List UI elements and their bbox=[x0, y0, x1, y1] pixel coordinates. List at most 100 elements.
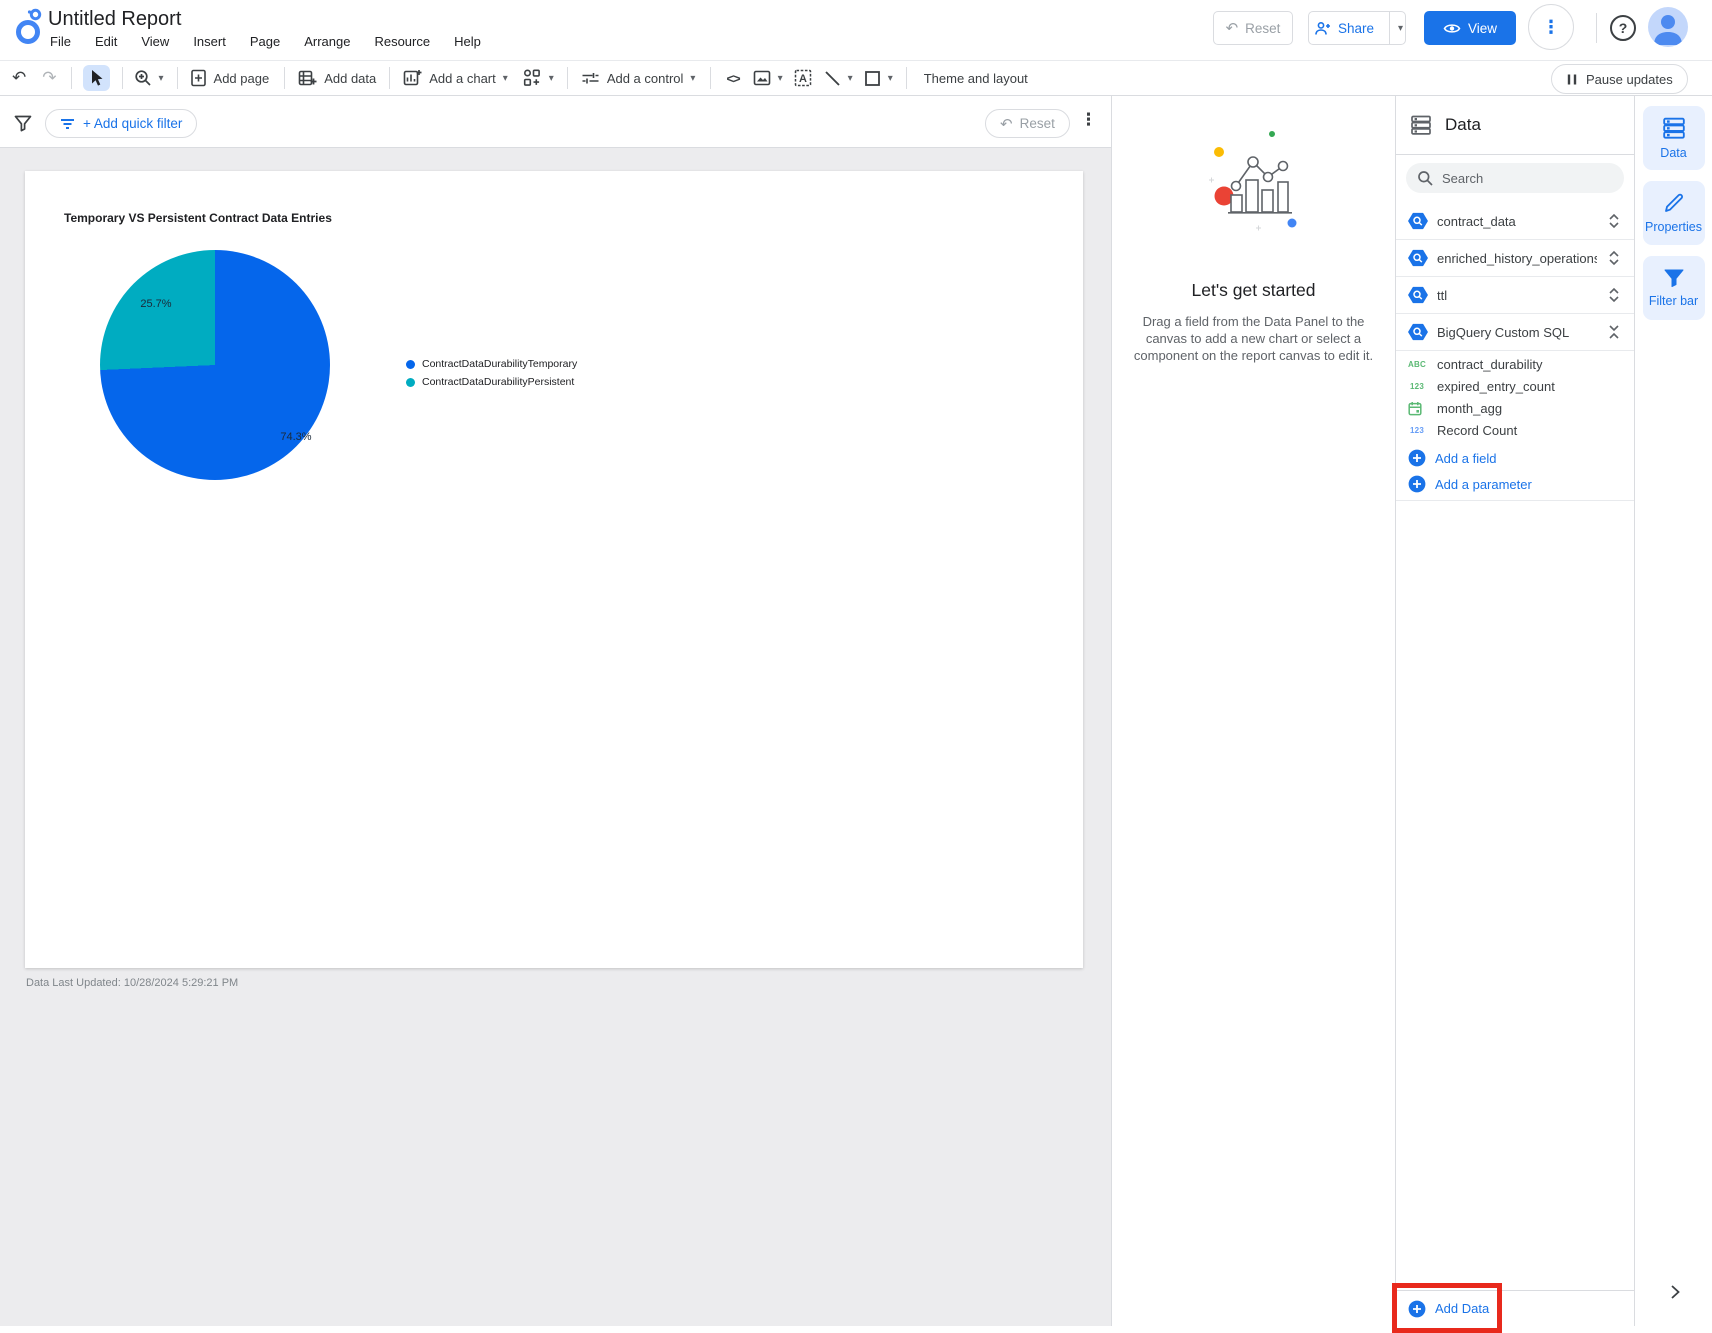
add-control-button[interactable]: Add a control ▾ bbox=[581, 70, 696, 86]
toolbar-divider bbox=[566, 67, 568, 89]
report-canvas[interactable]: Temporary VS Persistent Contract Data En… bbox=[0, 148, 1111, 1326]
data-source-row[interactable]: contract_data bbox=[1396, 203, 1634, 240]
add-chart-button[interactable]: Add a chart ▾ bbox=[403, 69, 508, 87]
insert-shape-button[interactable]: ▾ bbox=[864, 70, 893, 87]
tab-data[interactable]: Data bbox=[1642, 106, 1705, 170]
field-name: Record Count bbox=[1437, 422, 1518, 438]
add-a-parameter-button[interactable]: Add a parameter bbox=[1396, 471, 1634, 497]
getting-started-body: Drag a field from the Data Panel to the … bbox=[1133, 314, 1374, 363]
text-field-icon: ABC bbox=[1408, 359, 1426, 369]
collapse-panel-button[interactable] bbox=[1665, 1282, 1685, 1302]
legend-item: ContractDataDurabilityTemporary bbox=[406, 358, 577, 370]
undo-icon: ↶ bbox=[1225, 20, 1239, 37]
insert-line-button[interactable]: ▾ bbox=[824, 70, 853, 87]
bigquery-icon bbox=[1408, 212, 1428, 230]
pie[interactable] bbox=[100, 250, 330, 480]
add-a-field-button[interactable]: Add a field bbox=[1396, 445, 1634, 471]
chevron-down-icon: ▾ bbox=[847, 72, 853, 84]
data-source-row[interactable]: BigQuery Custom SQL bbox=[1396, 314, 1634, 351]
community-visualizations-button[interactable]: ▾ bbox=[523, 69, 554, 87]
insert-image-button[interactable]: ▾ bbox=[753, 70, 783, 86]
pie-label-temporary: 74.3% bbox=[280, 431, 312, 443]
menubar: File Edit View Insert Page Arrange Resou… bbox=[50, 34, 481, 49]
data-source-row[interactable]: ttl bbox=[1396, 277, 1634, 314]
help-button[interactable]: ? bbox=[1610, 15, 1636, 41]
view-button[interactable]: View bbox=[1424, 11, 1516, 45]
menu-help[interactable]: Help bbox=[454, 34, 481, 49]
menu-insert[interactable]: Insert bbox=[193, 34, 226, 49]
tab-label: Properties bbox=[1645, 220, 1702, 234]
calendar-icon bbox=[1408, 401, 1426, 416]
select-tool-button[interactable] bbox=[82, 65, 110, 91]
unfold-less-icon[interactable] bbox=[1606, 323, 1622, 341]
search-box[interactable] bbox=[1406, 163, 1624, 193]
more-options-button[interactable]: ⋮ bbox=[1528, 4, 1574, 50]
tab-label: Filter bar bbox=[1648, 294, 1699, 308]
pause-updates-button[interactable]: Pause updates bbox=[1551, 64, 1688, 94]
share-button[interactable]: Share bbox=[1303, 21, 1382, 36]
zoom-tool-button[interactable]: ▾ bbox=[134, 69, 164, 87]
toolbar-divider bbox=[905, 67, 907, 89]
add-page-icon bbox=[190, 69, 206, 87]
field-row[interactable]: 123 Record Count bbox=[1396, 419, 1634, 441]
insert-text-button[interactable]: A bbox=[794, 69, 812, 87]
tab-filter-bar[interactable]: Filter bar bbox=[1642, 256, 1705, 320]
chevron-down-icon: ▾ bbox=[158, 72, 164, 84]
plus-circle-icon bbox=[1408, 1300, 1426, 1317]
menu-resource[interactable]: Resource bbox=[374, 34, 430, 49]
filter-reset-button[interactable]: ↶ Reset bbox=[985, 109, 1070, 138]
add-quick-filter-button[interactable]: + Add quick filter bbox=[45, 109, 198, 138]
getting-started-title: Let's get started bbox=[1191, 280, 1316, 300]
search-input[interactable] bbox=[1442, 170, 1592, 186]
data-source-name: enriched_history_operations_sorob... bbox=[1437, 250, 1597, 266]
kebab-icon: ⋮ bbox=[1542, 16, 1560, 37]
add-data-button[interactable]: Add Data bbox=[1396, 1290, 1634, 1326]
unfold-more-icon[interactable] bbox=[1606, 286, 1622, 304]
chart-illustration bbox=[1208, 131, 1296, 231]
theme-and-layout-button[interactable]: Theme and layout bbox=[924, 71, 1028, 86]
field-row[interactable]: 123 expired_entry_count bbox=[1396, 375, 1634, 397]
unfold-more-icon[interactable] bbox=[1606, 212, 1622, 230]
filter-list-icon bbox=[61, 118, 74, 129]
line-icon bbox=[825, 70, 840, 86]
data-panel-header: Data bbox=[1396, 96, 1634, 155]
chart-title: Temporary VS Persistent Contract Data En… bbox=[64, 211, 332, 225]
field-row[interactable]: ABC contract_durability bbox=[1396, 353, 1634, 375]
embed-url-button[interactable]: <> bbox=[726, 71, 740, 86]
share-button-group[interactable]: Share ▾ bbox=[1308, 11, 1406, 45]
looker-studio-logo bbox=[13, 7, 45, 47]
header-reset-button[interactable]: ↶ Reset bbox=[1213, 11, 1293, 45]
data-source-row[interactable]: enriched_history_operations_sorob... bbox=[1396, 240, 1634, 277]
svg-text:A: A bbox=[799, 73, 807, 85]
shape-icon bbox=[864, 70, 880, 86]
undo-button[interactable]: ↶ bbox=[12, 68, 26, 88]
menu-arrange[interactable]: Arrange bbox=[304, 34, 350, 49]
legend-dot bbox=[406, 377, 415, 387]
add-page-button[interactable]: Add page bbox=[190, 69, 269, 87]
bigquery-icon bbox=[1408, 286, 1428, 304]
chevron-down-icon: ▾ bbox=[690, 72, 696, 84]
menu-view[interactable]: View bbox=[141, 34, 169, 49]
main-area: + Add quick filter ↶ Reset ⋮ Temporary V… bbox=[0, 96, 1712, 1326]
unfold-more-icon[interactable] bbox=[1606, 249, 1622, 267]
report-title[interactable]: Untitled Report bbox=[48, 8, 181, 31]
eye-icon bbox=[1443, 22, 1461, 35]
add-data-button[interactable]: Add data bbox=[298, 69, 376, 87]
share-dropdown-button[interactable]: ▾ bbox=[1389, 12, 1411, 44]
filter-bar-more-button[interactable]: ⋮ bbox=[1080, 110, 1097, 130]
menu-edit[interactable]: Edit bbox=[95, 34, 117, 49]
header-divider bbox=[1596, 13, 1597, 43]
filter-bar-row: + Add quick filter ↶ Reset ⋮ bbox=[0, 96, 1111, 148]
tab-properties[interactable]: Properties bbox=[1642, 181, 1705, 245]
report-page[interactable]: Temporary VS Persistent Contract Data En… bbox=[25, 171, 1083, 968]
app-header: Untitled Report File Edit View Insert Pa… bbox=[0, 0, 1712, 60]
legend-dot bbox=[406, 359, 415, 369]
avatar[interactable] bbox=[1648, 7, 1688, 47]
redo-button[interactable]: ↷ bbox=[42, 68, 56, 88]
search-icon bbox=[1418, 171, 1433, 186]
funnel-icon bbox=[1664, 269, 1683, 287]
menu-page[interactable]: Page bbox=[250, 34, 280, 49]
number-field-icon: 123 bbox=[1410, 381, 1424, 391]
menu-file[interactable]: File bbox=[50, 34, 71, 49]
field-row[interactable]: month_agg bbox=[1396, 397, 1634, 419]
